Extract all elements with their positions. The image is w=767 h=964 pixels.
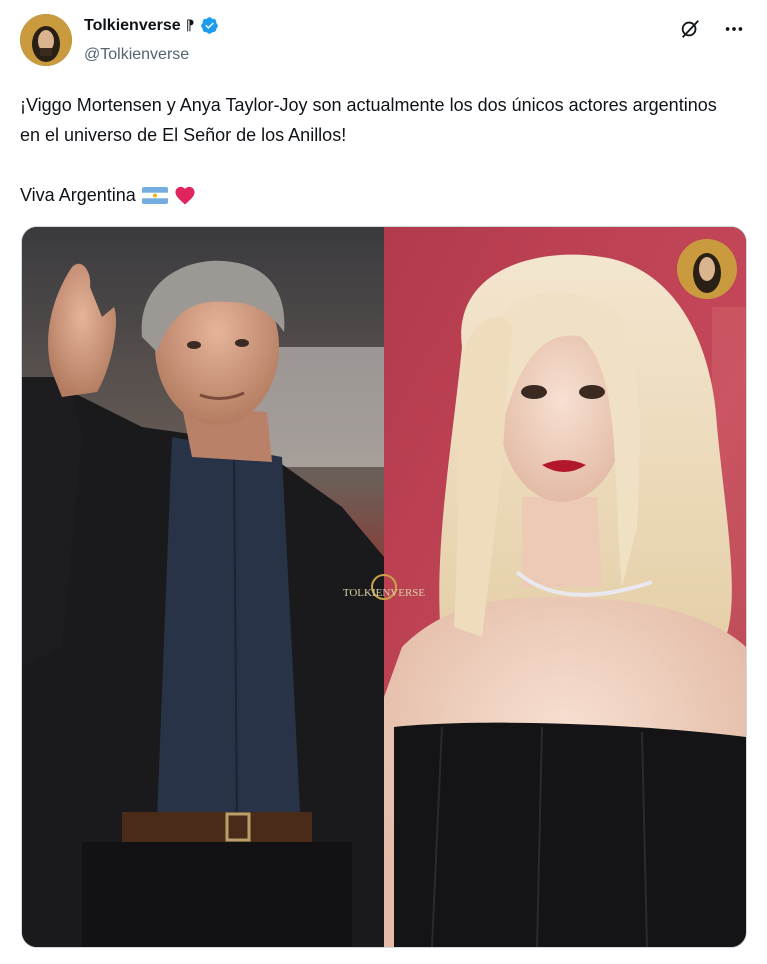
avatar[interactable] <box>20 14 72 66</box>
watermark-avatar <box>677 239 737 299</box>
tweet-body: ¡Viggo Mortensen y Anya Taylor-Joy son a… <box>20 95 717 145</box>
name-flag-glyph: ⁋ <box>185 17 195 33</box>
tweet-line-2: Viva Argentina <box>20 180 196 210</box>
tweet-text: ¡Viggo Mortensen y Anya Taylor-Joy son a… <box>20 90 740 150</box>
heart-icon <box>175 186 195 205</box>
watermark-text: TOLKIENVERSE <box>343 587 426 599</box>
argentina-flag-icon <box>141 186 168 204</box>
handle[interactable]: @Tolkienverse <box>84 46 189 64</box>
tweet-media[interactable]: TOLKIENVERSE <box>21 226 747 948</box>
viva-text: Viva Argentina <box>20 185 136 205</box>
display-name[interactable]: Tolkienverse <box>84 17 181 35</box>
grok-icon[interactable] <box>677 16 703 42</box>
verified-icon <box>200 17 218 34</box>
more-icon[interactable] <box>721 16 747 42</box>
